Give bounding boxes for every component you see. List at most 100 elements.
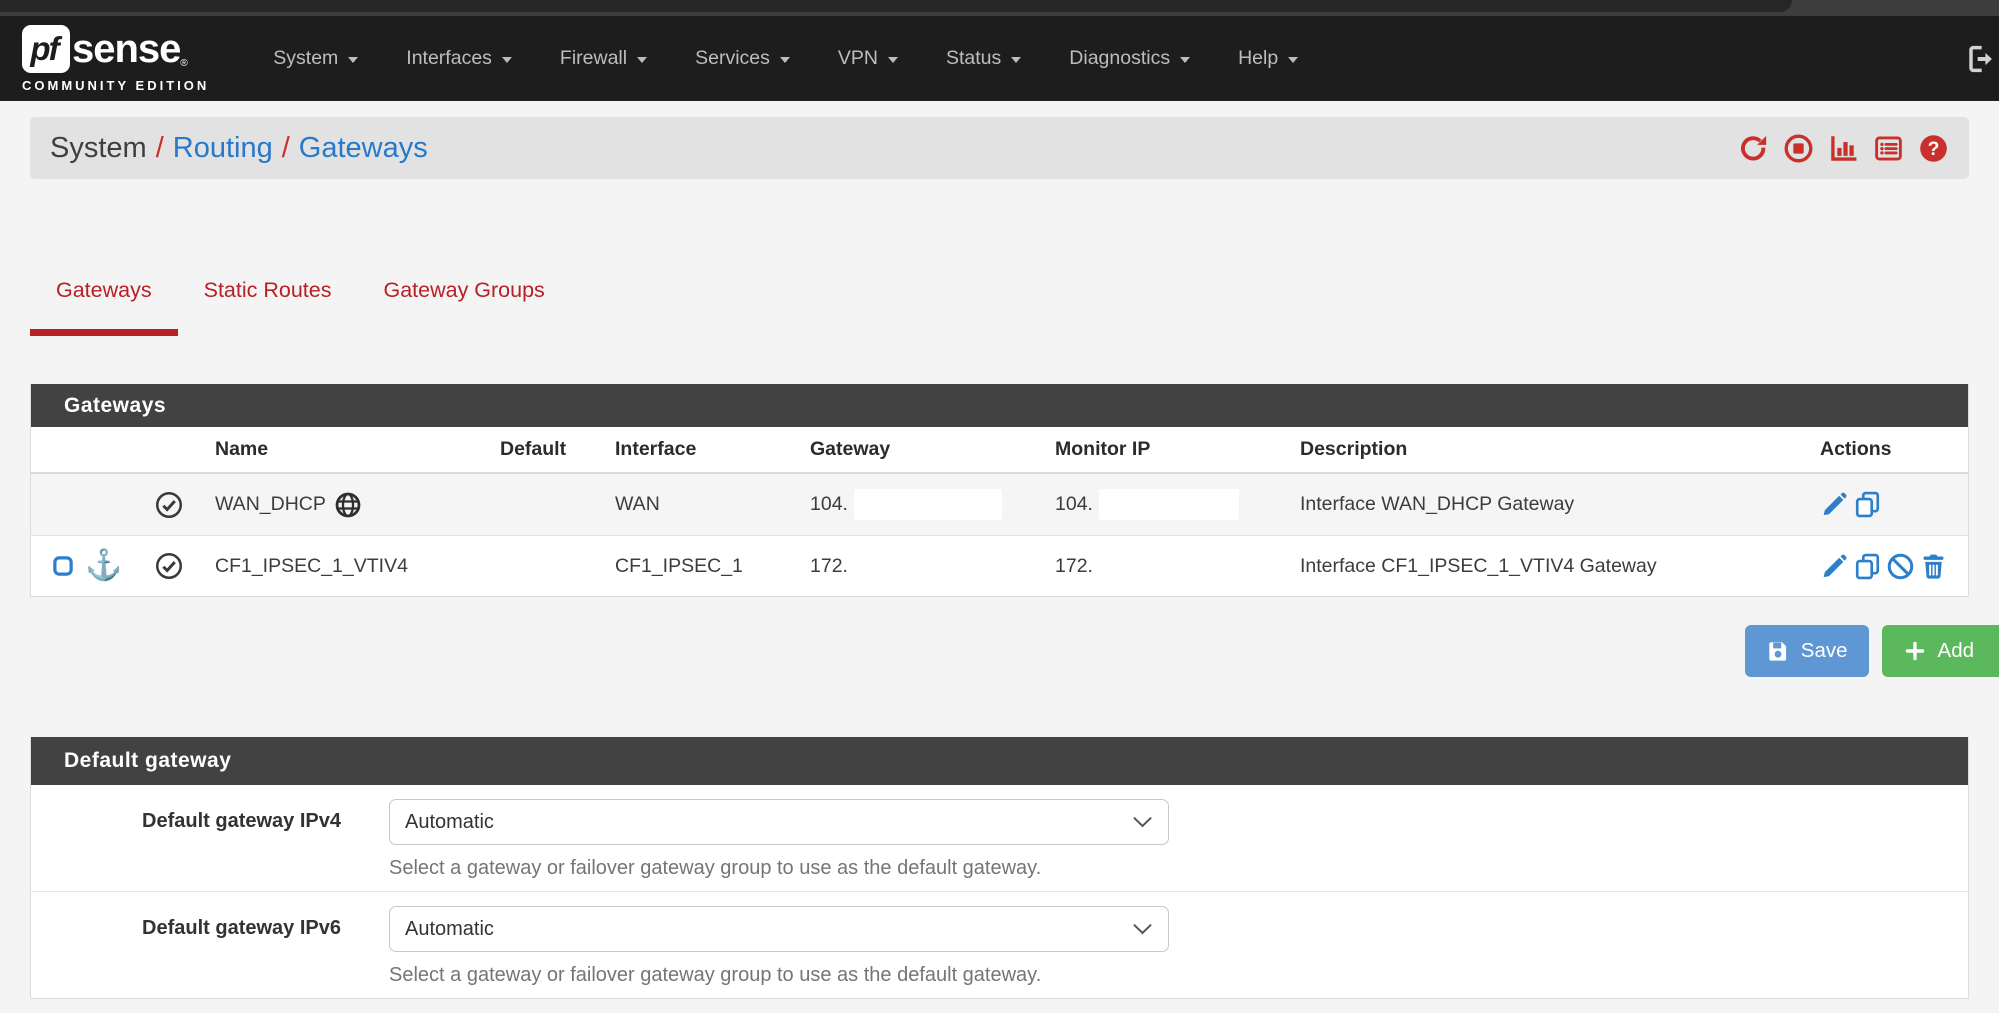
gateway-interface-cell: WAN: [596, 493, 791, 516]
breadcrumb-link-gateways[interactable]: Gateways: [299, 132, 428, 165]
plus-icon: [1903, 639, 1927, 663]
browser-tab-shape: [0, 0, 1792, 12]
globe-icon: [334, 491, 362, 519]
menu-item-vpn[interactable]: VPN: [814, 16, 922, 101]
gateway-enabled-icon: [154, 551, 184, 581]
gateway-enabled-icon: [154, 490, 184, 520]
form-control-group: Automatic Select a gateway or failover g…: [389, 799, 1169, 880]
menu-label: Firewall: [560, 47, 627, 70]
breadcrumb-actions: [1738, 133, 1949, 164]
gateway-description-cell: Interface CF1_IPSEC_1_VTIV4 Gateway: [1281, 555, 1801, 578]
form-row-ipv4: Default gateway IPv4 Automatic Select a …: [31, 785, 1968, 891]
gateways-table-header-row: Name Default Interface Gateway Monitor I…: [31, 427, 1968, 474]
menu-item-help[interactable]: Help: [1214, 16, 1322, 101]
question-circle-icon[interactable]: [1918, 133, 1949, 164]
column-header-description: Description: [1281, 438, 1801, 461]
copy-icon[interactable]: [1853, 552, 1882, 581]
tab-gateway-groups[interactable]: Gateway Groups: [357, 239, 570, 336]
default-gateway-ipv6-help: Select a gateway or failover gateway gro…: [389, 964, 1169, 987]
redaction-box: [1099, 489, 1239, 520]
menu-label: Services: [695, 47, 770, 70]
breadcrumb-link-routing[interactable]: Routing: [173, 132, 273, 165]
menu-item-services[interactable]: Services: [671, 16, 814, 101]
menu-label: VPN: [838, 47, 878, 70]
tab-static-routes[interactable]: Static Routes: [178, 239, 358, 336]
refresh-icon[interactable]: [1738, 133, 1769, 164]
column-header-monitor-ip: Monitor IP: [1036, 438, 1281, 461]
default-gateway-panel-title: Default gateway: [31, 737, 1968, 785]
gateway-address-cell: 172.: [791, 555, 1036, 578]
add-button-label: Add: [1938, 639, 1974, 663]
breadcrumb-bar: System / Routing / Gateways: [30, 117, 1969, 179]
gateway-actions-cell: [1801, 552, 1968, 581]
default-gateway-ipv6-select[interactable]: Automatic: [389, 906, 1169, 952]
chevron-down-icon: [1011, 57, 1021, 63]
row-handle-cell: ⚓: [31, 551, 141, 581]
breadcrumb-section: System: [50, 132, 147, 165]
add-button[interactable]: Add: [1882, 625, 1999, 677]
chevron-down-icon: [348, 57, 358, 63]
default-gateway-ipv6-label: Default gateway IPv6: [31, 906, 341, 987]
gateway-address-cell: 104.: [791, 489, 1036, 520]
menu-label: System: [273, 47, 338, 70]
column-header-interface: Interface: [596, 438, 791, 461]
registered-mark: ®: [180, 58, 187, 69]
chevron-down-icon: [888, 57, 898, 63]
floppy-icon: [1766, 639, 1790, 663]
sense-logo-text: sense: [72, 29, 180, 69]
square-icon[interactable]: [50, 553, 76, 579]
save-button[interactable]: Save: [1745, 625, 1869, 677]
chevron-down-icon: [1180, 57, 1190, 63]
menu-item-interfaces[interactable]: Interfaces: [382, 16, 536, 101]
gateways-panel: Gateways Name Default Interface Gateway …: [30, 384, 1969, 597]
monitor-ip-cell: 104.: [1036, 489, 1281, 520]
list-icon[interactable]: [1873, 133, 1904, 164]
table-row-wan-dhcp: WAN_DHCP WAN 104. 104. Interface WAN_DHC…: [31, 474, 1968, 535]
column-header-gateway: Gateway: [791, 438, 1036, 461]
disable-icon[interactable]: [1886, 552, 1915, 581]
breadcrumb: System / Routing / Gateways: [50, 132, 428, 165]
routing-tabs: Gateways Static Routes Gateway Groups: [30, 239, 1969, 336]
main-menu: System Interfaces Firewall Services VPN …: [249, 16, 1322, 101]
edit-icon[interactable]: [1820, 552, 1849, 581]
main-navbar: pf sense ® COMMUNITY EDITION System Inte…: [0, 16, 1999, 101]
gateway-description-cell: Interface WAN_DHCP Gateway: [1281, 493, 1801, 516]
page-content: System / Routing / Gateways Gateways Sta…: [0, 117, 1999, 999]
edit-icon[interactable]: [1820, 490, 1849, 519]
breadcrumb-separator: /: [273, 132, 299, 165]
menu-item-firewall[interactable]: Firewall: [536, 16, 671, 101]
pf-logo-mark: pf: [22, 25, 70, 73]
column-header-actions: Actions: [1801, 438, 1968, 461]
pfsense-logo[interactable]: pf sense ® COMMUNITY EDITION: [22, 25, 209, 93]
chevron-down-icon: [780, 57, 790, 63]
delete-icon[interactable]: [1919, 552, 1948, 581]
chevron-down-icon: [1288, 57, 1298, 63]
community-edition-tagline: COMMUNITY EDITION: [22, 78, 209, 93]
gateways-panel-title: Gateways: [31, 384, 1968, 427]
anchor-icon[interactable]: ⚓: [85, 551, 122, 581]
stop-circle-icon[interactable]: [1783, 133, 1814, 164]
column-header-name: Name: [196, 438, 481, 461]
selected-value: Automatic: [405, 918, 494, 941]
form-row-ipv6: Default gateway IPv6 Automatic Select a …: [31, 891, 1968, 998]
sign-out-icon[interactable]: [1965, 43, 1997, 75]
gateway-name-cell: WAN_DHCP: [196, 491, 481, 519]
copy-icon[interactable]: [1853, 490, 1882, 519]
gateways-table: Name Default Interface Gateway Monitor I…: [31, 427, 1968, 596]
monitor-ip-cell: 172.: [1036, 555, 1281, 578]
default-gateway-ipv4-label: Default gateway IPv4: [31, 799, 341, 880]
tab-gateways[interactable]: Gateways: [30, 239, 178, 336]
pfsense-logo-row: pf sense ®: [22, 25, 209, 73]
column-header-default: Default: [481, 438, 596, 461]
bar-chart-icon[interactable]: [1828, 133, 1859, 164]
selected-value: Automatic: [405, 811, 494, 834]
menu-item-status[interactable]: Status: [922, 16, 1045, 101]
default-gateway-panel: Default gateway Default gateway IPv4 Aut…: [30, 737, 1969, 999]
menu-item-system[interactable]: System: [249, 16, 382, 101]
default-gateway-ipv4-select[interactable]: Automatic: [389, 799, 1169, 845]
gateway-name: WAN_DHCP: [215, 493, 326, 516]
chevron-down-icon: [502, 57, 512, 63]
row-status-cell: [141, 490, 196, 520]
form-control-group: Automatic Select a gateway or failover g…: [389, 906, 1169, 987]
menu-item-diagnostics[interactable]: Diagnostics: [1045, 16, 1214, 101]
